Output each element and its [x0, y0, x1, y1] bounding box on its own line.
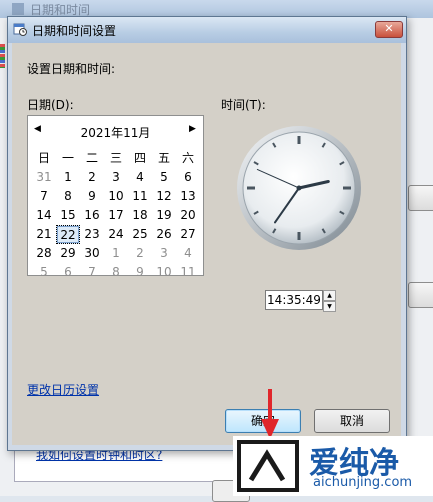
calendar-day[interactable]: 5 — [152, 168, 176, 187]
calendar-day[interactable]: 20 — [176, 206, 200, 225]
calendar-day[interactable]: 26 — [152, 225, 176, 244]
calendar-day[interactable]: 12 — [152, 187, 176, 206]
cancel-button[interactable]: 取消 — [314, 409, 390, 433]
calendar-day[interactable]: 3 — [104, 168, 128, 187]
calendar-day[interactable]: 13 — [176, 187, 200, 206]
calendar-day[interactable]: 4 — [176, 244, 200, 263]
spin-down-icon[interactable]: ▼ — [323, 301, 336, 312]
calendar-day[interactable]: 7 — [80, 263, 104, 282]
clock-center — [296, 185, 302, 191]
weekday-header: 四 — [133, 151, 146, 165]
calendar-day[interactable]: 7 — [32, 187, 56, 206]
dialog-panel: 设置日期和时间: 日期(D): 时间(T): ◀ 2021年11月 ▶ 日 一 … — [12, 43, 401, 445]
calendar-grid: 日 一 二 三 四 五 六 31 1 2 3 4 5 6 7 8 9 10 11 12 13 14 15 16 1… — [32, 149, 200, 282]
background-button[interactable] — [408, 185, 433, 211]
time-spinner[interactable]: ▲ ▼ — [323, 290, 336, 312]
weekday-header: 日 — [37, 151, 50, 165]
analog-clock — [237, 126, 361, 250]
calendar-clock-icon — [13, 23, 27, 36]
close-button[interactable]: ✕ — [375, 21, 403, 38]
calendar-week-row: 14 15 16 17 18 19 20 — [32, 206, 200, 225]
dialog-titlebar[interactable]: 日期和时间设置 ✕ — [8, 17, 406, 43]
calendar-day[interactable]: 1 — [56, 168, 80, 187]
calendar-week-row: 31 1 2 3 4 5 6 — [32, 168, 200, 187]
calendar-day[interactable]: 9 — [128, 263, 152, 282]
calendar-day[interactable]: 28 — [32, 244, 56, 263]
weekday-header: 三 — [109, 151, 122, 165]
instruction-text: 设置日期和时间: — [27, 62, 116, 76]
calendar-day[interactable]: 10 — [104, 187, 128, 206]
calendar-days: 31 1 2 3 4 5 6 7 8 9 10 11 12 13 14 15 16 17 18 19 20 21 22 23 2… — [32, 168, 200, 282]
calendar-day[interactable]: 5 — [32, 263, 56, 282]
background-button[interactable] — [408, 282, 433, 308]
dialog-title: 日期和时间设置 — [32, 24, 117, 38]
calendar-day[interactable]: 18 — [128, 206, 152, 225]
calendar-day[interactable]: 9 — [80, 187, 104, 206]
background-color-strip — [0, 44, 5, 68]
next-month-icon[interactable]: ▶ — [189, 124, 196, 134]
calendar-day[interactable]: 25 — [128, 225, 152, 244]
weekday-header: 六 — [181, 151, 194, 165]
calendar-day[interactable]: 24 — [104, 225, 128, 244]
date-label: 日期(D): — [27, 98, 74, 112]
calendar-day[interactable]: 29 — [56, 244, 80, 263]
watermark-logo-icon — [237, 440, 299, 492]
watermark-url: aichunjing.com — [313, 475, 413, 490]
red-arrow-annotation-icon — [261, 389, 279, 439]
close-icon: ✕ — [384, 22, 394, 35]
calendar-month-title[interactable]: 2021年11月 — [28, 124, 203, 141]
calendar-week-row: 7 8 9 10 11 12 13 — [32, 187, 200, 206]
calendar-day[interactable]: 2 — [128, 244, 152, 263]
calendar-day[interactable]: 17 — [104, 206, 128, 225]
calendar[interactable]: ◀ 2021年11月 ▶ 日 一 二 三 四 五 六 31 1 2 3 4 5 6 7 8 9 10… — [27, 115, 204, 279]
calendar-day[interactable]: 8 — [104, 263, 128, 282]
spin-up-icon[interactable]: ▲ — [323, 290, 336, 301]
calendar-week-row: 5 6 7 8 9 10 11 — [32, 263, 200, 282]
calendar-day[interactable]: 1 — [104, 244, 128, 263]
calendar-day[interactable]: 6 — [176, 168, 200, 187]
calendar-clock-icon — [12, 3, 24, 15]
calendar-day[interactable]: 23 — [80, 225, 104, 244]
calendar-day[interactable]: 6 — [56, 263, 80, 282]
calendar-day[interactable]: 3 — [152, 244, 176, 263]
calendar-day[interactable]: 10 — [152, 263, 176, 282]
calendar-day[interactable]: 2 — [80, 168, 104, 187]
calendar-day[interactable]: 21 — [32, 225, 56, 244]
calendar-day[interactable]: 4 — [128, 168, 152, 187]
weekday-header-row: 日 一 二 三 四 五 六 — [32, 149, 200, 168]
calendar-day[interactable]: 30 — [80, 244, 104, 263]
calendar-week-row: 28 29 30 1 2 3 4 — [32, 244, 200, 263]
time-label: 时间(T): — [221, 98, 266, 112]
calendar-week-row: 21 22 23 24 25 26 27 — [32, 225, 200, 244]
calendar-day[interactable]: 15 — [56, 206, 80, 225]
calendar-day[interactable]: 14 — [32, 206, 56, 225]
calendar-day[interactable]: 11 — [128, 187, 152, 206]
time-input[interactable]: 14:35:49 — [265, 290, 323, 310]
calendar-day[interactable]: 11 — [176, 263, 200, 282]
change-calendar-settings-link[interactable]: 更改日历设置 — [27, 381, 99, 398]
calendar-day-selected[interactable]: 22 — [56, 225, 80, 244]
watermark: 爱纯净 aichunjing.com — [233, 436, 433, 496]
weekday-header: 一 — [61, 151, 74, 165]
calendar-day[interactable]: 8 — [56, 187, 80, 206]
calendar-day[interactable]: 27 — [176, 225, 200, 244]
weekday-header: 二 — [85, 151, 98, 165]
dialog-body: 设置日期和时间: 日期(D): 时间(T): ◀ 2021年11月 ▶ 日 一 … — [12, 43, 401, 445]
date-time-settings-dialog: 日期和时间设置 ✕ 设置日期和时间: 日期(D): 时间(T): ◀ 2021年… — [7, 16, 407, 451]
weekday-header: 五 — [157, 151, 170, 165]
calendar-day[interactable]: 16 — [80, 206, 104, 225]
calendar-day[interactable]: 19 — [152, 206, 176, 225]
calendar-day[interactable]: 31 — [32, 168, 56, 187]
